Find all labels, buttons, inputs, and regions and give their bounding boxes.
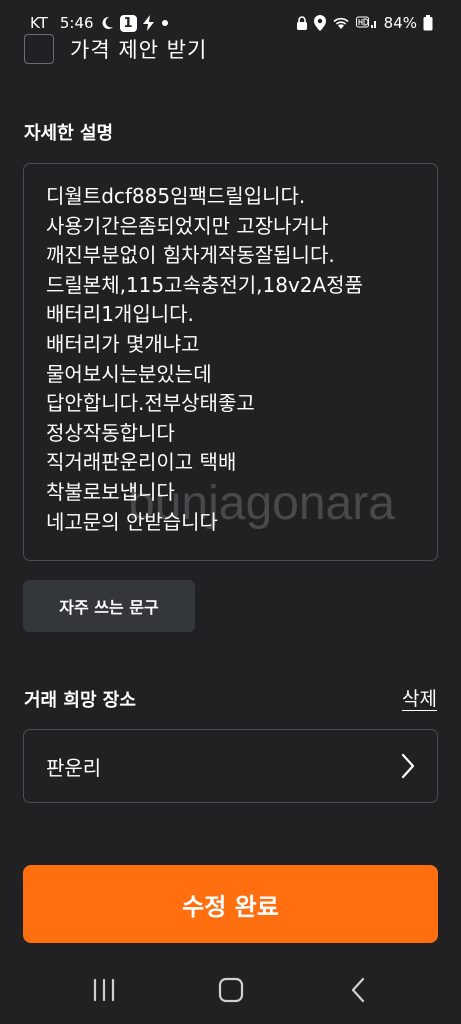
recents-icon [92,978,116,1005]
description-line: 정상작동합니다 [46,420,175,445]
battery-percent: 84% [383,14,417,32]
battery-icon [423,15,433,31]
description-textarea[interactable]: 디월트dcf885임팩드릴입니다. 사용기간은좀되었지만 고장나거나 깨진부분없… [23,163,438,561]
chevron-right-icon [401,753,415,779]
wifi-icon [332,16,350,30]
notification-badge-icon: 1 [119,14,137,32]
location-title: 거래 희망 장소 [24,690,136,711]
price-offer-checkbox[interactable] [24,34,54,64]
price-offer-row[interactable]: 가격 제안 받기 [24,34,207,64]
recents-button[interactable] [74,972,134,1012]
location-icon [313,15,326,31]
system-nav-bar [0,960,461,1024]
description-line: 배터리1개입니다. [46,302,194,327]
clock: 5:46 [59,14,94,32]
description-line: 물어보시는분있는데 [46,361,212,386]
submit-edit-button[interactable]: 수정 완료 [23,865,438,943]
description-line: 네고문의 안받습니다 [46,509,218,534]
moon-icon [100,16,114,30]
notification-count: 1 [123,15,133,31]
bolt-icon [142,15,155,31]
home-icon [218,977,244,1007]
frequent-phrases-button[interactable]: 자주 쓰는 문구 [23,580,195,632]
location-value: 판운리 [46,755,102,780]
description-line: 직거래판운리이고 택배 [46,450,237,475]
dot-icon [161,19,169,27]
description-line: 디월트dcf885임팩드릴입니다. [46,184,306,208]
price-offer-label: 가격 제안 받기 [70,38,208,62]
carrier-label: KT [30,14,48,32]
home-button[interactable] [201,972,261,1012]
back-icon [350,977,366,1007]
description-title: 자세한 설명 [24,123,114,144]
hd-signal-icon [355,16,378,30]
description-line: 답안합니다.전부상태좋고 [46,391,255,416]
lock-icon [296,16,308,30]
description-line: 착불로보냅니다 [46,479,175,504]
description-line: 사용기간은좀되었지만 고장나거나 [46,213,329,238]
description-line: 배터리가 몇개냐고 [46,331,200,356]
delete-location-link[interactable]: 삭제 [402,684,437,711]
description-line: 드릴본체,115고속충전기,18v2A정품 [46,272,363,297]
back-button[interactable] [328,972,388,1012]
location-field[interactable]: 판운리 [23,729,438,803]
description-line: 깨진부분없이 힘차게작동잘됩니다. [46,243,335,268]
